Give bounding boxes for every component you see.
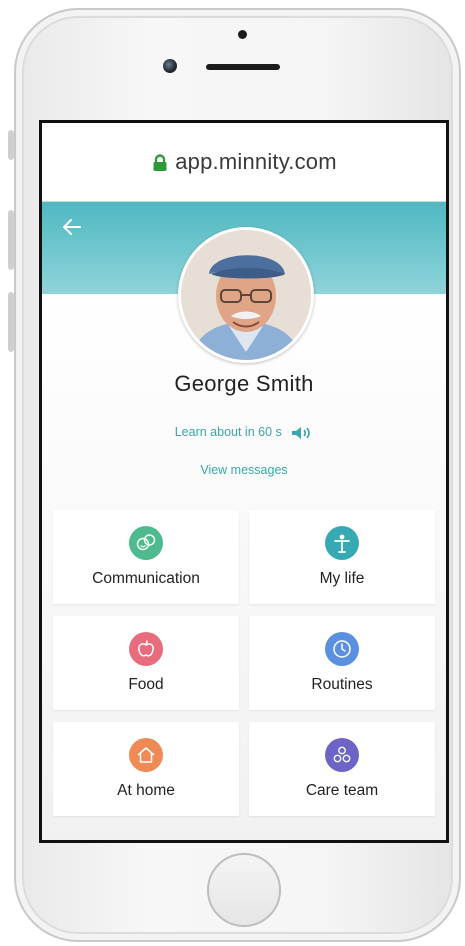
- address-bar[interactable]: app.minnity.com: [42, 123, 446, 202]
- profile-photo: [181, 230, 311, 360]
- house-icon: [129, 738, 163, 772]
- view-messages-link[interactable]: View messages: [42, 463, 446, 477]
- learn-about-label: Learn about in 60 s: [174, 425, 282, 439]
- mute-switch: [8, 292, 14, 352]
- volume-down-button: [8, 210, 14, 270]
- tile-label: Food: [128, 676, 164, 693]
- url-text: app.minnity.com: [175, 149, 337, 174]
- home-button[interactable]: [207, 853, 281, 927]
- person-icon: [325, 526, 359, 560]
- tile-label: Communication: [92, 570, 200, 587]
- tile-care-team[interactable]: Care team: [249, 722, 435, 816]
- clock-icon: [325, 632, 359, 666]
- earpiece-speaker: [206, 64, 280, 70]
- tile-routines[interactable]: Routines: [249, 616, 435, 710]
- team-icon: [325, 738, 359, 772]
- phone-screen: app.minnity.com George Smith Learn about…: [39, 120, 449, 843]
- volume-up-button: [8, 130, 14, 160]
- tile-label: My life: [319, 570, 365, 587]
- profile-name: George Smith: [174, 371, 314, 396]
- tile-label: Care team: [305, 782, 379, 799]
- speaker-icon: [292, 426, 311, 439]
- front-camera: [163, 59, 177, 73]
- lock-icon: [153, 154, 167, 171]
- learn-about-link[interactable]: Learn about in 60 s: [42, 425, 446, 440]
- avatar: [178, 227, 314, 363]
- tile-label: Routines: [311, 676, 373, 693]
- tile-my-life[interactable]: My life: [249, 510, 435, 604]
- apple-icon: [129, 632, 163, 666]
- tile-at-home[interactable]: At home: [53, 722, 239, 816]
- tile-food[interactable]: Food: [53, 616, 239, 710]
- chat-faces-icon: [129, 526, 163, 560]
- tile-communication[interactable]: Communication: [53, 510, 239, 604]
- tile-label: At home: [117, 782, 175, 799]
- back-arrow-icon[interactable]: [60, 215, 84, 239]
- proximity-sensor: [238, 30, 247, 39]
